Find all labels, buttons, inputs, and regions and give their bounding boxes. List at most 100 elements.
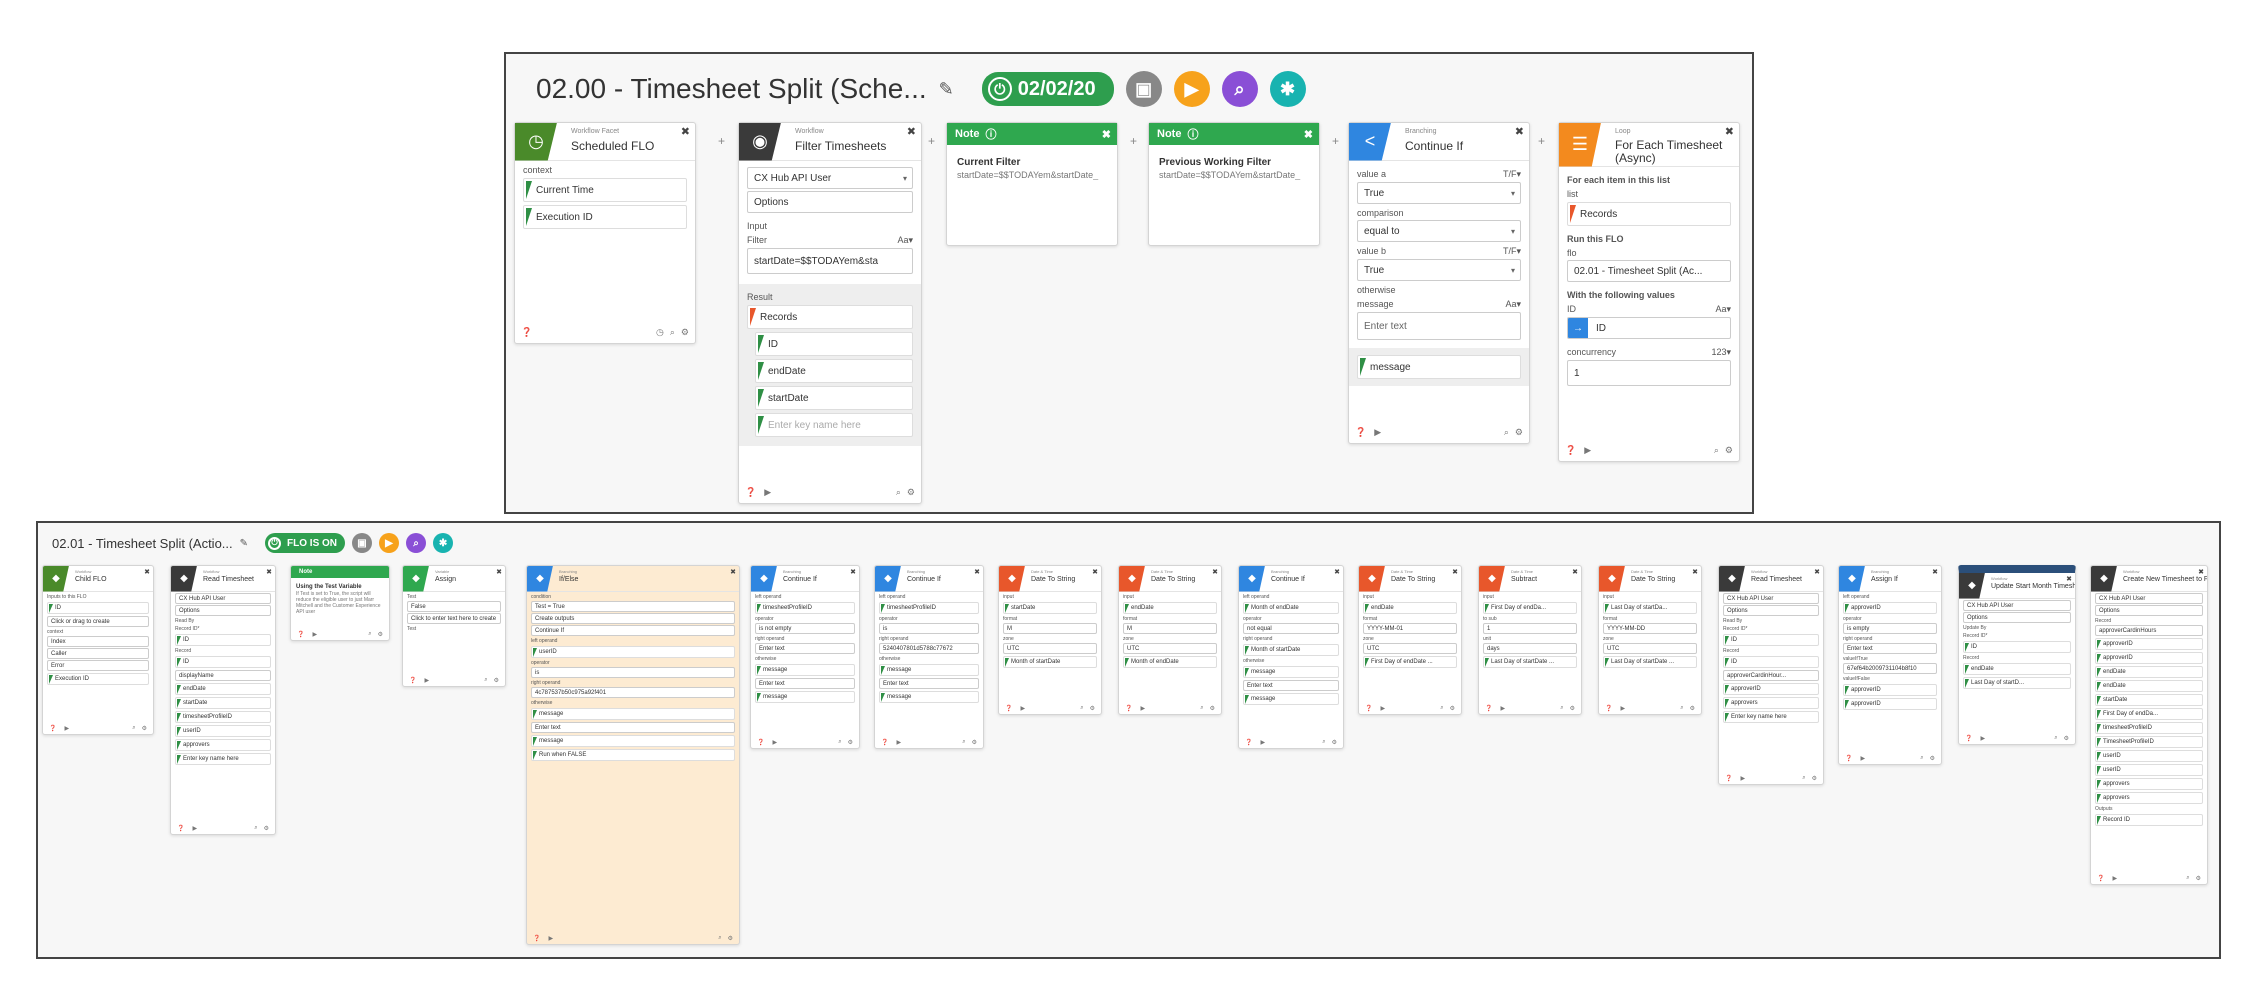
field-value[interactable]: ID (1963, 641, 2071, 653)
add-step-icon[interactable]: + (718, 134, 725, 148)
field-value[interactable]: userID (531, 646, 735, 658)
field-value[interactable]: TimesheetProfileID (2095, 736, 2203, 748)
field-value[interactable]: message (531, 735, 735, 747)
field-value[interactable]: Caller (47, 648, 149, 659)
add-step-icon[interactable]: + (1538, 134, 1545, 148)
help-icon[interactable]: ❓ (409, 677, 416, 684)
gear-icon[interactable]: ⚙ (494, 677, 499, 684)
play-icon[interactable]: ▶ (1020, 705, 1025, 712)
help-icon[interactable]: ❓ (1365, 705, 1372, 712)
save-icon[interactable]: ▣ (1125, 71, 1162, 107)
close-icon[interactable]: ✖ (1725, 125, 1734, 138)
close-icon[interactable]: ✖ (730, 568, 736, 576)
close-icon[interactable]: ✖ (1932, 568, 1938, 576)
search-icon[interactable]: ⌕ (838, 739, 841, 746)
child-card[interactable]: ◆ Date & Time Date To String ✖ input endDate f… (1118, 565, 1222, 715)
search-icon[interactable]: ⌕ (406, 533, 427, 553)
play-icon[interactable]: ▶ (764, 487, 771, 498)
search-icon[interactable]: ⌕ (484, 677, 487, 684)
help-icon[interactable]: ❓ (1245, 739, 1252, 746)
field-value[interactable]: approverID (1843, 698, 1937, 710)
help-icon[interactable]: ❓ (1725, 775, 1732, 782)
field-value[interactable]: approvers (1723, 697, 1819, 709)
add-step-icon[interactable]: + (1332, 134, 1339, 148)
play-icon[interactable]: ▶ (64, 725, 69, 732)
child-card[interactable]: ◆ Date & Time Date To String ✖ input endDate f… (1358, 565, 1462, 715)
search-icon[interactable]: ⌕ (132, 725, 135, 732)
records-output[interactable]: Records (747, 305, 913, 329)
field-value[interactable]: endDate (1123, 602, 1217, 614)
field-value[interactable]: Month of endDate (1123, 656, 1217, 668)
field-value[interactable]: approvers (2095, 792, 2203, 804)
search-icon[interactable]: ⌕ (2054, 735, 2057, 742)
field-value[interactable]: UTC (1603, 643, 1697, 654)
field-value[interactable]: 67ef64b2009731104b8f10 (1843, 663, 1937, 674)
help-icon[interactable]: ❓ (1845, 755, 1852, 762)
flo-title[interactable]: 02.01 - Timesheet Split (Actio... (52, 536, 233, 551)
field-value[interactable]: Last Day of startDate ... (1603, 656, 1697, 668)
field-value[interactable]: message (531, 708, 735, 720)
field-value[interactable]: timesheetProfileID (879, 602, 979, 614)
card-for-each-timesheet[interactable]: ☰ Loop For Each Timesheet (Async) ✖ For eac… (1558, 122, 1740, 462)
close-icon[interactable]: ✖ (850, 568, 856, 576)
field-value[interactable]: Enter text (1843, 643, 1937, 654)
field-value[interactable]: approverID (1723, 683, 1819, 695)
search-icon[interactable]: ⌕ (1440, 705, 1443, 712)
help-icon[interactable]: ❓ (521, 327, 532, 338)
help-icon[interactable]: ❓ (1125, 705, 1132, 712)
field-value[interactable]: Click to enter text here to create (407, 613, 501, 624)
close-icon[interactable]: ✖ (907, 125, 916, 138)
field-value[interactable]: displayName (175, 670, 271, 681)
field-value[interactable]: Month of startDate (1243, 644, 1339, 656)
gear-icon[interactable]: ⚙ (728, 935, 733, 942)
close-icon[interactable]: ✖ (1304, 128, 1313, 141)
field-value[interactable]: message (1243, 693, 1339, 705)
field-value[interactable]: approverCardinHours (2095, 625, 2203, 636)
search-icon[interactable]: ⌕ (1802, 775, 1805, 782)
field-value[interactable]: Enter text (531, 722, 735, 733)
child-card[interactable]: ◆ Workflow Read Timesheet ✖ CX Hub API User O… (170, 565, 276, 835)
field-value[interactable]: message (879, 691, 979, 703)
field-value[interactable]: approverID (1843, 684, 1937, 696)
field-value[interactable]: ID (1723, 634, 1819, 646)
child-card[interactable]: ◆ Branching Continue If ✖ left operand timesh… (874, 565, 984, 749)
flo-status-toggle[interactable]: ⏻ 02/02/20 (981, 72, 1114, 106)
network-icon[interactable]: ✱ (433, 533, 454, 553)
field-value[interactable]: Continue If (531, 625, 735, 636)
help-icon[interactable]: ❓ (297, 631, 304, 638)
close-icon[interactable]: ✖ (2198, 568, 2204, 576)
help-icon[interactable]: ❓ (757, 739, 764, 746)
gear-icon[interactable]: ⚙ (1332, 739, 1337, 746)
field-value[interactable]: CX Hub API User (2095, 593, 2203, 604)
field-value[interactable]: message (1243, 666, 1339, 678)
field-value[interactable]: First Day of endDate ... (1363, 656, 1457, 668)
help-icon[interactable]: ❓ (2097, 875, 2104, 882)
record-key[interactable]: endDate (755, 359, 913, 383)
flo-select[interactable]: 02.01 - Timesheet Split (Ac... (1567, 260, 1731, 282)
child-card[interactable]: ◆ Workflow Create New Timesheet to Fill...… (2090, 565, 2208, 885)
edit-title-icon[interactable]: ✎ (939, 79, 954, 100)
record-key[interactable]: startDate (755, 386, 913, 410)
field-value[interactable]: Month of endDate (1243, 602, 1339, 614)
field-value[interactable]: CX Hub API User (1723, 593, 1819, 604)
search-icon[interactable]: ⌕ (1504, 427, 1509, 438)
field-value[interactable]: userID (2095, 764, 2203, 776)
field-value[interactable]: Last Day of startD... (1963, 677, 2071, 689)
gear-icon[interactable]: ⚙ (1210, 705, 1215, 712)
concurrency-input[interactable]: 1 (1567, 360, 1731, 386)
field-value[interactable]: Enter key name here (175, 753, 271, 765)
field-value[interactable]: userID (175, 725, 271, 737)
field-value[interactable]: Options (1963, 612, 2071, 623)
gear-icon[interactable]: ⚙ (1812, 775, 1817, 782)
search-icon[interactable]: ⌕ (2186, 875, 2189, 882)
help-icon[interactable]: ❓ (1605, 705, 1612, 712)
search-icon[interactable]: ⌕ (718, 935, 721, 942)
field-value[interactable]: UTC (1003, 643, 1097, 654)
play-icon[interactable]: ▶ (1260, 739, 1265, 746)
field-value[interactable]: Run when FALSE (531, 749, 735, 761)
gear-icon[interactable]: ⚙ (1515, 427, 1523, 438)
help-icon[interactable]: ❓ (745, 487, 756, 498)
gear-icon[interactable]: ⚙ (142, 725, 147, 732)
field-value[interactable]: Click or drag to create (47, 616, 149, 627)
gear-icon[interactable]: ⚙ (1450, 705, 1455, 712)
